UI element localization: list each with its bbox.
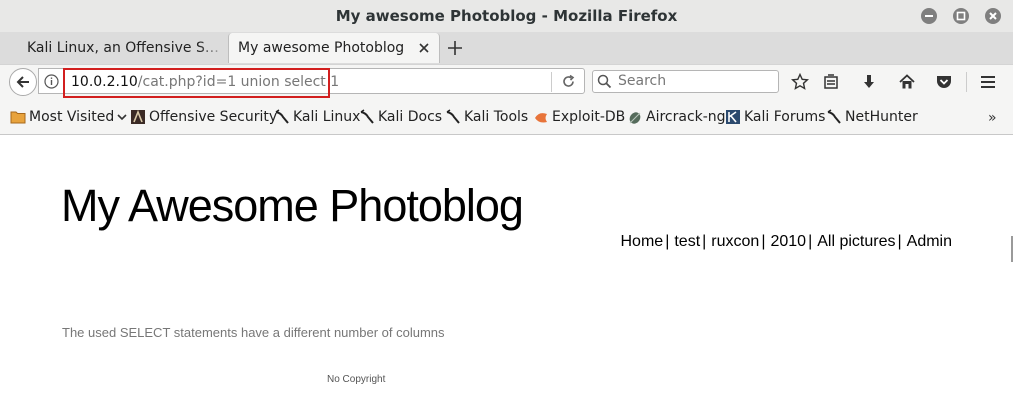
bookmarks-overflow-button[interactable]: » xyxy=(988,110,997,126)
chevron-down-icon xyxy=(117,114,127,121)
new-tab-icon[interactable] xyxy=(446,39,464,57)
bookmark-exploit-db[interactable]: Exploit-DB xyxy=(533,109,625,125)
close-window-button[interactable] xyxy=(985,8,1001,24)
nav-separator: | xyxy=(665,233,670,250)
page-content xyxy=(0,135,1013,408)
nav-link-admin[interactable]: Admin xyxy=(907,233,952,250)
bookmark-kali-linux[interactable]: Kali Linux xyxy=(274,109,360,125)
nav-link-home[interactable]: Home xyxy=(621,233,664,250)
nav-separator: | xyxy=(808,233,813,250)
bookmarks-toolbar: Most Visited Offensive Security Kali Lin… xyxy=(0,101,1013,135)
bookmark-label: Offensive Security xyxy=(149,109,278,125)
nav-separator: | xyxy=(761,233,766,250)
tab-label: My awesome Photoblog xyxy=(238,40,405,56)
search-icon xyxy=(597,74,612,89)
bookmark-most-visited[interactable]: Most Visited xyxy=(10,109,127,125)
exploitdb-icon xyxy=(535,113,547,123)
tab-strip: Kali Linux, an Offensive S… My awesome P… xyxy=(0,32,1013,64)
bookmark-nethunter[interactable]: NetHunter xyxy=(826,109,918,125)
offsec-icon xyxy=(131,109,145,124)
window-titlebar: My awesome Photoblog - Mozilla Firefox xyxy=(0,0,1013,32)
hamburger-menu-icon[interactable] xyxy=(979,73,997,91)
sql-error-message: The used SELECT statements have a differ… xyxy=(62,325,445,340)
bookmark-label: Kali Docs xyxy=(378,109,443,125)
bookmark-offensive-security[interactable]: Offensive Security xyxy=(130,109,277,125)
site-navigation: Home | test | ruxcon | 2010 | All pictures | Admin xyxy=(621,233,953,251)
back-arrow-icon xyxy=(16,76,29,88)
kali-dragon-icon xyxy=(275,109,289,124)
back-button[interactable] xyxy=(9,68,37,96)
tab-kali-linux[interactable]: Kali Linux, an Offensive S… xyxy=(10,33,228,63)
bookmark-label: Kali Linux xyxy=(293,109,361,125)
url-highlight-box xyxy=(63,68,330,98)
bookmark-star-icon[interactable] xyxy=(791,73,809,91)
window-title: My awesome Photoblog - Mozilla Firefox xyxy=(335,7,678,25)
bookmark-kali-tools[interactable]: Kali Tools xyxy=(445,109,528,125)
bookmarks-library-icon[interactable] xyxy=(822,73,840,91)
bookmark-label: NetHunter xyxy=(845,109,918,125)
nav-link-test[interactable]: test xyxy=(674,233,700,250)
nav-separator: | xyxy=(897,233,902,250)
close-tab-icon[interactable] xyxy=(417,41,431,55)
nav-link-2010[interactable]: 2010 xyxy=(770,233,806,250)
aircrack-icon xyxy=(629,112,641,124)
bookmark-label: Aircrack-ng xyxy=(646,109,726,125)
bookmark-label: Exploit-DB xyxy=(552,109,626,125)
maximize-icon xyxy=(956,11,966,21)
pocket-icon[interactable] xyxy=(935,73,953,91)
tab-label: Kali Linux, an Offensive S… xyxy=(27,40,219,56)
kali-dragon-icon xyxy=(360,109,374,124)
tab-photoblog[interactable]: My awesome Photoblog xyxy=(228,33,440,63)
minimize-button[interactable] xyxy=(921,8,937,24)
reload-icon[interactable] xyxy=(561,74,576,89)
bookmark-label: Kali Forums xyxy=(744,109,826,125)
bookmark-kali-forums[interactable]: Kali Forums xyxy=(725,109,825,125)
kali-dragon-icon xyxy=(827,109,841,124)
search-placeholder: Search xyxy=(618,73,667,89)
bookmark-label: Kali Tools xyxy=(464,109,529,125)
maximize-button[interactable] xyxy=(953,8,969,24)
close-icon xyxy=(989,12,997,20)
site-info-icon[interactable] xyxy=(44,74,59,89)
bookmark-kali-docs[interactable]: Kali Docs xyxy=(359,109,442,125)
home-icon[interactable] xyxy=(898,73,916,91)
minimize-icon xyxy=(925,15,933,17)
nav-separator: | xyxy=(702,233,707,250)
download-icon[interactable] xyxy=(860,73,878,91)
kali-dragon-icon xyxy=(446,109,460,124)
folder-icon xyxy=(10,111,26,124)
site-title: My Awesome Photoblog xyxy=(61,180,524,231)
bookmark-label: Most Visited xyxy=(29,109,115,125)
nav-link-all-pictures[interactable]: All pictures xyxy=(817,233,895,250)
nav-link-ruxcon[interactable]: ruxcon xyxy=(711,233,759,250)
bookmark-aircrack-ng[interactable]: Aircrack-ng xyxy=(627,109,726,125)
kali-forums-icon xyxy=(726,110,740,124)
footer-text: No Copyright xyxy=(327,374,386,385)
